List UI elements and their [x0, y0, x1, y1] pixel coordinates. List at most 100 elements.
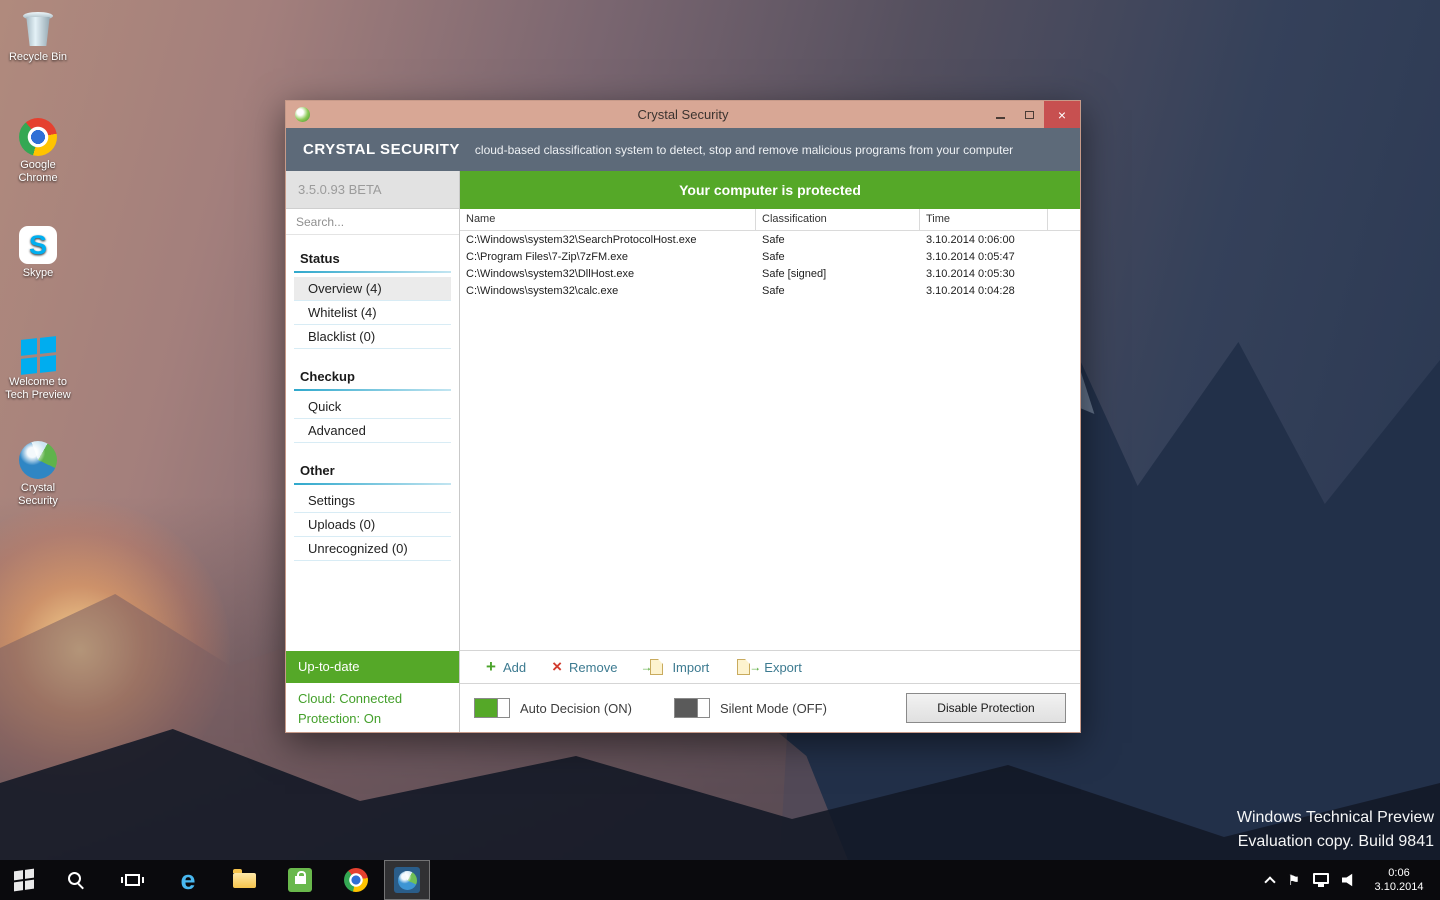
- version-label: 3.5.0.93 BETA: [286, 171, 459, 209]
- minimize-icon: [996, 117, 1005, 119]
- action-center-icon[interactable]: ⚑: [1287, 873, 1300, 887]
- export-button[interactable]: → Export: [735, 658, 802, 676]
- table-row[interactable]: C:\Windows\system32\calc.exe Safe 3.10.2…: [460, 282, 1080, 299]
- table-row[interactable]: C:\Windows\system32\DllHost.exe Safe [si…: [460, 265, 1080, 282]
- table-row[interactable]: C:\Windows\system32\SearchProtocolHost.e…: [460, 231, 1080, 248]
- remove-button[interactable]: × Remove: [552, 660, 617, 675]
- section-heading-status: Status: [286, 243, 459, 271]
- store-icon: [288, 868, 312, 892]
- classification-cell: Safe: [756, 285, 920, 297]
- close-button[interactable]: ×: [1044, 101, 1080, 128]
- auto-decision-toggle[interactable]: [474, 698, 510, 718]
- desktop-icon-label: Recycle Bin: [9, 51, 67, 63]
- network-icon[interactable]: [1313, 873, 1329, 884]
- classification-cell: Safe: [756, 251, 920, 263]
- volume-icon[interactable]: [1342, 873, 1357, 887]
- column-header-extra: [1048, 209, 1080, 230]
- main-pane: Your computer is protected Name Classifi…: [460, 171, 1080, 732]
- taskbar-file-explorer[interactable]: [216, 860, 272, 900]
- app-header: CRYSTAL SECURITY cloud-based classificat…: [286, 128, 1080, 171]
- time-cell: 3.10.2014 0:05:30: [920, 268, 1048, 280]
- update-status-bar: Up-to-date: [286, 651, 459, 683]
- table-row[interactable]: C:\Program Files\7-Zip\7zFM.exe Safe 3.1…: [460, 248, 1080, 265]
- silent-mode-toggle[interactable]: [674, 698, 710, 718]
- taskbar-internet-explorer[interactable]: e: [160, 860, 216, 900]
- section-heading-other: Other: [286, 455, 459, 483]
- file-path-cell: C:\Windows\system32\calc.exe: [460, 285, 756, 297]
- protection-status: Protection: On: [298, 709, 447, 729]
- minimize-button[interactable]: [986, 101, 1015, 128]
- window-title: Crystal Security: [286, 101, 1080, 128]
- window-titlebar[interactable]: Crystal Security ×: [286, 101, 1080, 128]
- table-header: Name Classification Time: [460, 209, 1080, 231]
- file-path-cell: C:\Windows\system32\DllHost.exe: [460, 268, 756, 280]
- sidebar-item-quick[interactable]: Quick: [294, 395, 451, 419]
- app-tagline: cloud-based classification system to det…: [475, 143, 1013, 157]
- section-divider: [294, 389, 451, 391]
- column-header-name[interactable]: Name: [460, 209, 756, 230]
- crystal-security-icon: [19, 441, 57, 479]
- recycle-bin-icon: [21, 8, 55, 48]
- task-view-button[interactable]: [104, 860, 160, 900]
- column-header-time[interactable]: Time: [920, 209, 1048, 230]
- evaluation-watermark: Windows Technical Preview Evaluation cop…: [1237, 806, 1434, 854]
- desktop-icon-label: Welcome to Tech Preview: [5, 376, 70, 401]
- sidebar-item-whitelist[interactable]: Whitelist (4): [294, 301, 451, 325]
- desktop-wallpaper: Recycle Bin Google Chrome S Skype Welcom…: [0, 0, 1440, 900]
- desktop-icon-skype[interactable]: S Skype: [0, 226, 76, 280]
- protection-banner: Your computer is protected: [460, 171, 1080, 209]
- clock-date: 3.10.2014: [1370, 880, 1428, 894]
- folder-icon: [233, 873, 256, 888]
- section-heading-checkup: Checkup: [286, 361, 459, 389]
- file-path-cell: C:\Program Files\7-Zip\7zFM.exe: [460, 251, 756, 263]
- auto-decision-label: Auto Decision (ON): [520, 701, 632, 716]
- sidebar-item-advanced[interactable]: Advanced: [294, 419, 451, 443]
- windows-start-icon: [14, 869, 34, 892]
- sidebar-item-uploads[interactable]: Uploads (0): [294, 513, 451, 537]
- internet-explorer-icon: e: [180, 867, 195, 894]
- remove-icon: ×: [552, 660, 562, 674]
- taskbar-crystal-security-active[interactable]: [384, 860, 430, 900]
- section-divider: [294, 483, 451, 485]
- time-cell: 3.10.2014 0:05:47: [920, 251, 1048, 263]
- time-cell: 3.10.2014 0:04:28: [920, 285, 1048, 297]
- silent-mode-label: Silent Mode (OFF): [720, 701, 827, 716]
- maximize-button[interactable]: [1015, 101, 1044, 128]
- desktop-icon-crystal-security[interactable]: Crystal Security: [0, 441, 76, 508]
- sidebar-item-overview[interactable]: Overview (4): [294, 277, 451, 301]
- classification-cell: Safe [signed]: [756, 268, 920, 280]
- section-divider: [294, 271, 451, 273]
- disable-protection-button[interactable]: Disable Protection: [906, 693, 1066, 723]
- taskbar-store[interactable]: [272, 860, 328, 900]
- sidebar-item-settings[interactable]: Settings: [294, 489, 451, 513]
- desktop-icon-recycle-bin[interactable]: Recycle Bin: [0, 8, 76, 64]
- taskbar: e ⚑ 0:06 3.10.2014: [0, 860, 1440, 900]
- clock-time: 0:06: [1370, 866, 1428, 880]
- chrome-icon: [19, 118, 57, 156]
- import-icon: →: [643, 658, 665, 676]
- column-header-classification[interactable]: Classification: [756, 209, 920, 230]
- connection-status: Cloud: Connected Protection: On: [286, 683, 459, 732]
- tray-expand-icon[interactable]: [1265, 876, 1276, 887]
- desktop-icon-google-chrome[interactable]: Google Chrome: [0, 118, 76, 185]
- cloud-status: Cloud: Connected: [298, 689, 447, 709]
- desktop-icon-welcome-tech-preview[interactable]: Welcome to Tech Preview: [0, 338, 76, 402]
- search-input[interactable]: [286, 215, 459, 229]
- close-icon: ×: [1058, 107, 1066, 123]
- skype-icon: S: [19, 226, 57, 264]
- taskbar-chrome[interactable]: [328, 860, 384, 900]
- start-button[interactable]: [0, 860, 48, 900]
- sidebar-item-blacklist[interactable]: Blacklist (0): [294, 325, 451, 349]
- sidebar: 3.5.0.93 BETA Status Overview (4) Whitel…: [286, 171, 460, 732]
- taskbar-clock[interactable]: 0:06 3.10.2014: [1370, 866, 1428, 894]
- app-brand: CRYSTAL SECURITY: [303, 141, 460, 158]
- sidebar-item-unrecognized[interactable]: Unrecognized (0): [294, 537, 451, 561]
- classification-cell: Safe: [756, 234, 920, 246]
- crystal-security-window: Crystal Security × CRYSTAL SECURITY clou…: [285, 100, 1081, 733]
- taskbar-search-button[interactable]: [48, 860, 104, 900]
- import-button[interactable]: → Import: [643, 658, 709, 676]
- windows-logo-icon: [21, 336, 56, 375]
- time-cell: 3.10.2014 0:06:00: [920, 234, 1048, 246]
- add-button[interactable]: + Add: [486, 660, 526, 675]
- search-box: [286, 209, 459, 235]
